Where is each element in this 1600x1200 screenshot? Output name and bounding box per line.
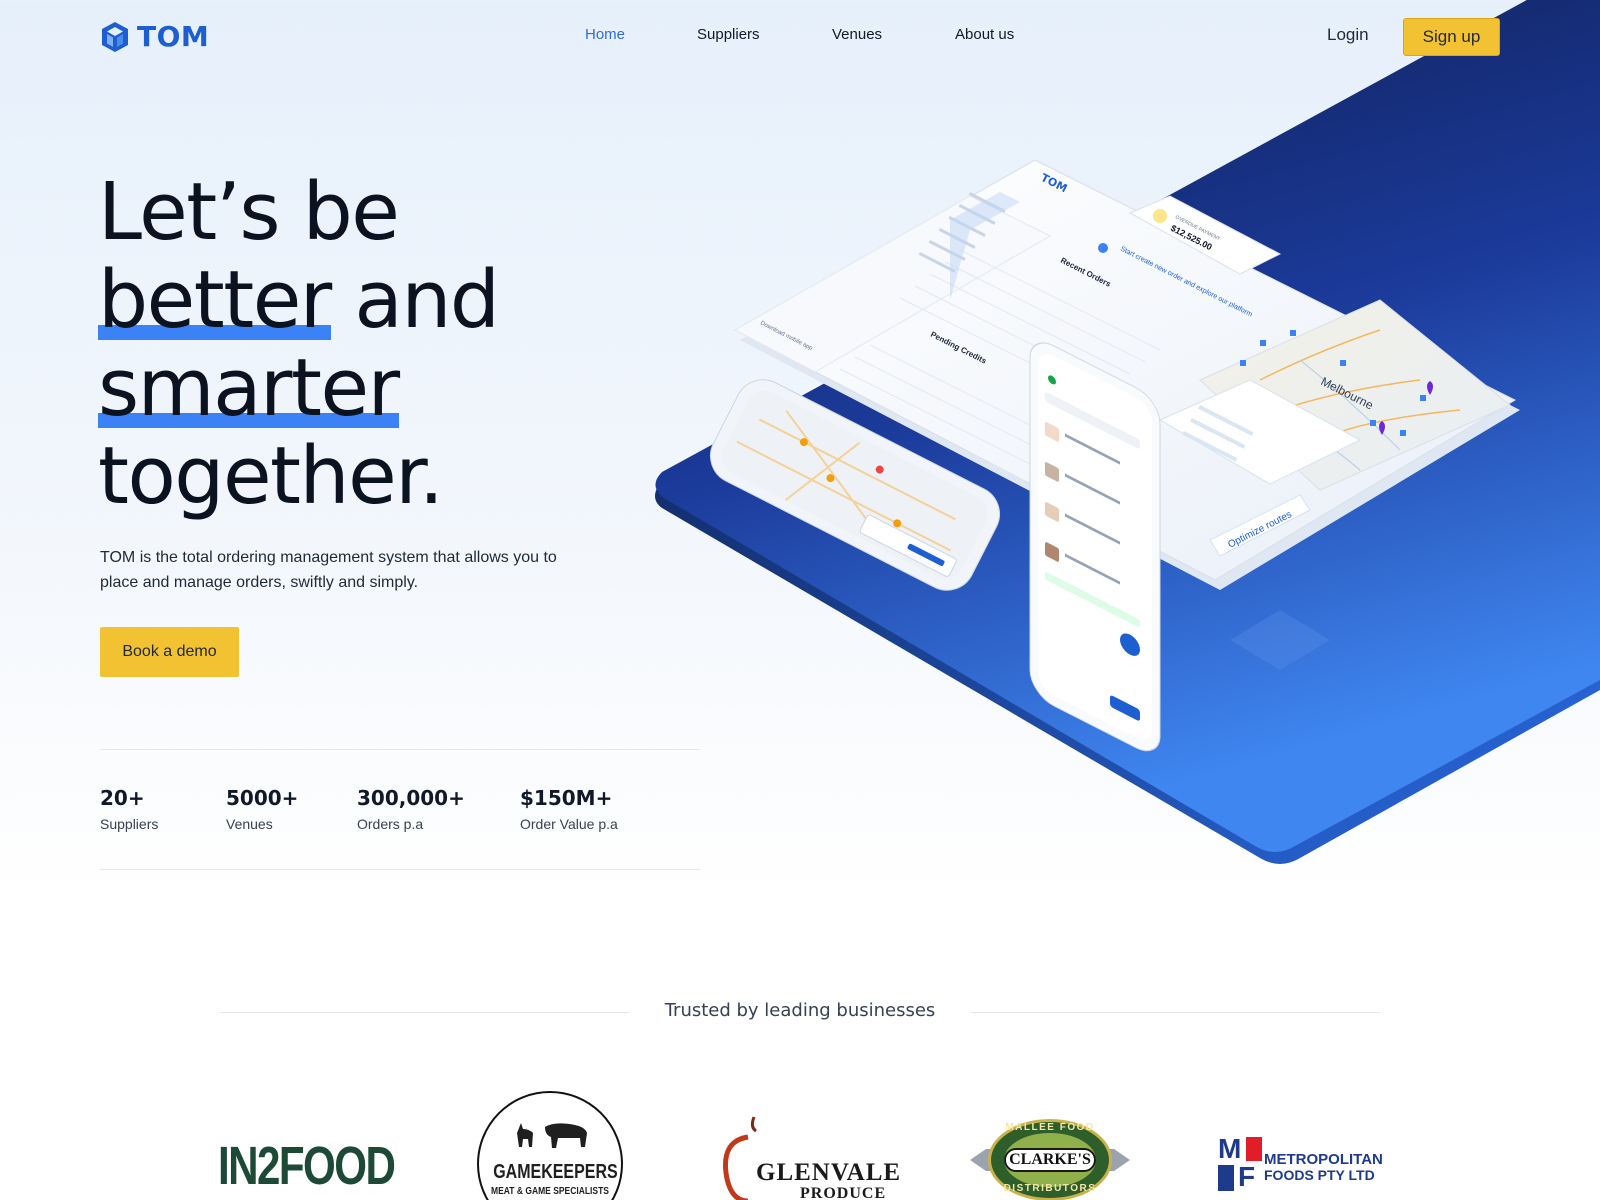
- stat-label: Suppliers: [100, 816, 159, 832]
- stat-label: Orders p.a: [357, 816, 424, 832]
- stats-bar: 20+ Suppliers 5000+ Venues 300,000+ Orde…: [100, 749, 700, 870]
- metropolitan-mark: M F: [1218, 1133, 1262, 1192]
- in2food-logo: IN2FOOD: [218, 1135, 444, 1197]
- headline-line-4: together.: [98, 430, 444, 522]
- metropolitan-text: METROPOLITAN: [1264, 1151, 1383, 1168]
- stat-label: Venues: [226, 816, 273, 832]
- clarkes-text: CLARKE'S: [1004, 1148, 1096, 1172]
- glenvale-text: GLENVALE: [756, 1159, 902, 1186]
- tom-cube-icon: [102, 21, 128, 52]
- headline-line-3: smarter: [98, 344, 658, 432]
- divider-right: [970, 1012, 1380, 1013]
- partner-logos: IN2FOOD GAMEKEEPERS MEAT & GAME SPECIALI…: [0, 1085, 1600, 1200]
- gamekeepers-subtext: MEAT & GAME SPECIALISTS: [491, 1186, 609, 1197]
- signup-button[interactable]: Sign up: [1403, 18, 1500, 56]
- apple-icon: [722, 1116, 757, 1200]
- stat-label: Order Value p.a: [520, 816, 618, 832]
- nav-about-us[interactable]: About us: [955, 26, 1014, 43]
- gamekeepers-text: GAMEKEEPERS: [493, 1161, 618, 1183]
- hero-headline: Let’s be better and smarter together.: [98, 168, 658, 520]
- trusted-title: Trusted by leading businesses: [664, 1000, 936, 1021]
- metropolitan-mark-f: F: [1238, 1161, 1256, 1192]
- stat-venues: 5000+ Venues: [226, 786, 298, 832]
- gamekeepers-logo: GAMEKEEPERS MEAT & GAME SPECIALISTS: [477, 1091, 623, 1200]
- trusted-section: Trusted by leading businesses: [220, 1000, 1380, 1030]
- headline-line-1: Let’s be: [98, 166, 400, 258]
- hero-illustration: TOM Download mobile app Recent Orders Pe…: [655, 0, 1600, 864]
- animals-icon: [517, 1123, 587, 1148]
- stat-suppliers: 20+ Suppliers: [100, 786, 158, 832]
- stat-orders: 300,000+ Orders p.a: [357, 786, 465, 832]
- clarkes-logo: MALLEE FOOD CLARKE'S DISTRIBUTORS: [970, 1119, 1130, 1200]
- highlight-better: better: [98, 254, 332, 346]
- nav-home[interactable]: Home: [585, 26, 625, 43]
- stat-value: 20+: [100, 786, 145, 810]
- in2food-text: IN2FOOD: [218, 1136, 396, 1196]
- top-navigation: TOM Home Suppliers Venues About us Login…: [0, 0, 1600, 74]
- metropolitan-subtext: FOODS PTY LTD: [1264, 1167, 1375, 1183]
- hero-description: TOM is the total ordering management sys…: [100, 549, 557, 591]
- headline-and: and: [354, 254, 500, 346]
- glenvale-subtext: PRODUCE: [800, 1185, 887, 1200]
- logo-text: TOM: [137, 20, 210, 53]
- headline-line-2: better and: [98, 256, 658, 344]
- stat-order-value: $150M+ Order Value p.a: [520, 786, 618, 832]
- glenvale-logo: GLENVALE PRODUCE: [718, 1115, 900, 1200]
- stat-value: 300,000+: [357, 786, 465, 810]
- stat-value: $150M+: [520, 786, 613, 810]
- nav-suppliers[interactable]: Suppliers: [697, 26, 760, 43]
- phone-order: [1029, 342, 1161, 752]
- login-link[interactable]: Login: [1327, 25, 1369, 45]
- clarkes-top-text: MALLEE FOOD: [1005, 1122, 1095, 1133]
- book-demo-button[interactable]: Book a demo: [100, 627, 239, 677]
- highlight-smarter: smarter: [98, 342, 400, 434]
- tom-logo[interactable]: TOM: [100, 20, 209, 53]
- nav-venues[interactable]: Venues: [832, 26, 882, 43]
- clarkes-bottom-text: DISTRIBUTORS: [1003, 1183, 1097, 1194]
- stat-value: 5000+: [226, 786, 299, 810]
- metropolitan-logo: M F METROPOLITAN FOODS PTY LTD: [1218, 1133, 1388, 1192]
